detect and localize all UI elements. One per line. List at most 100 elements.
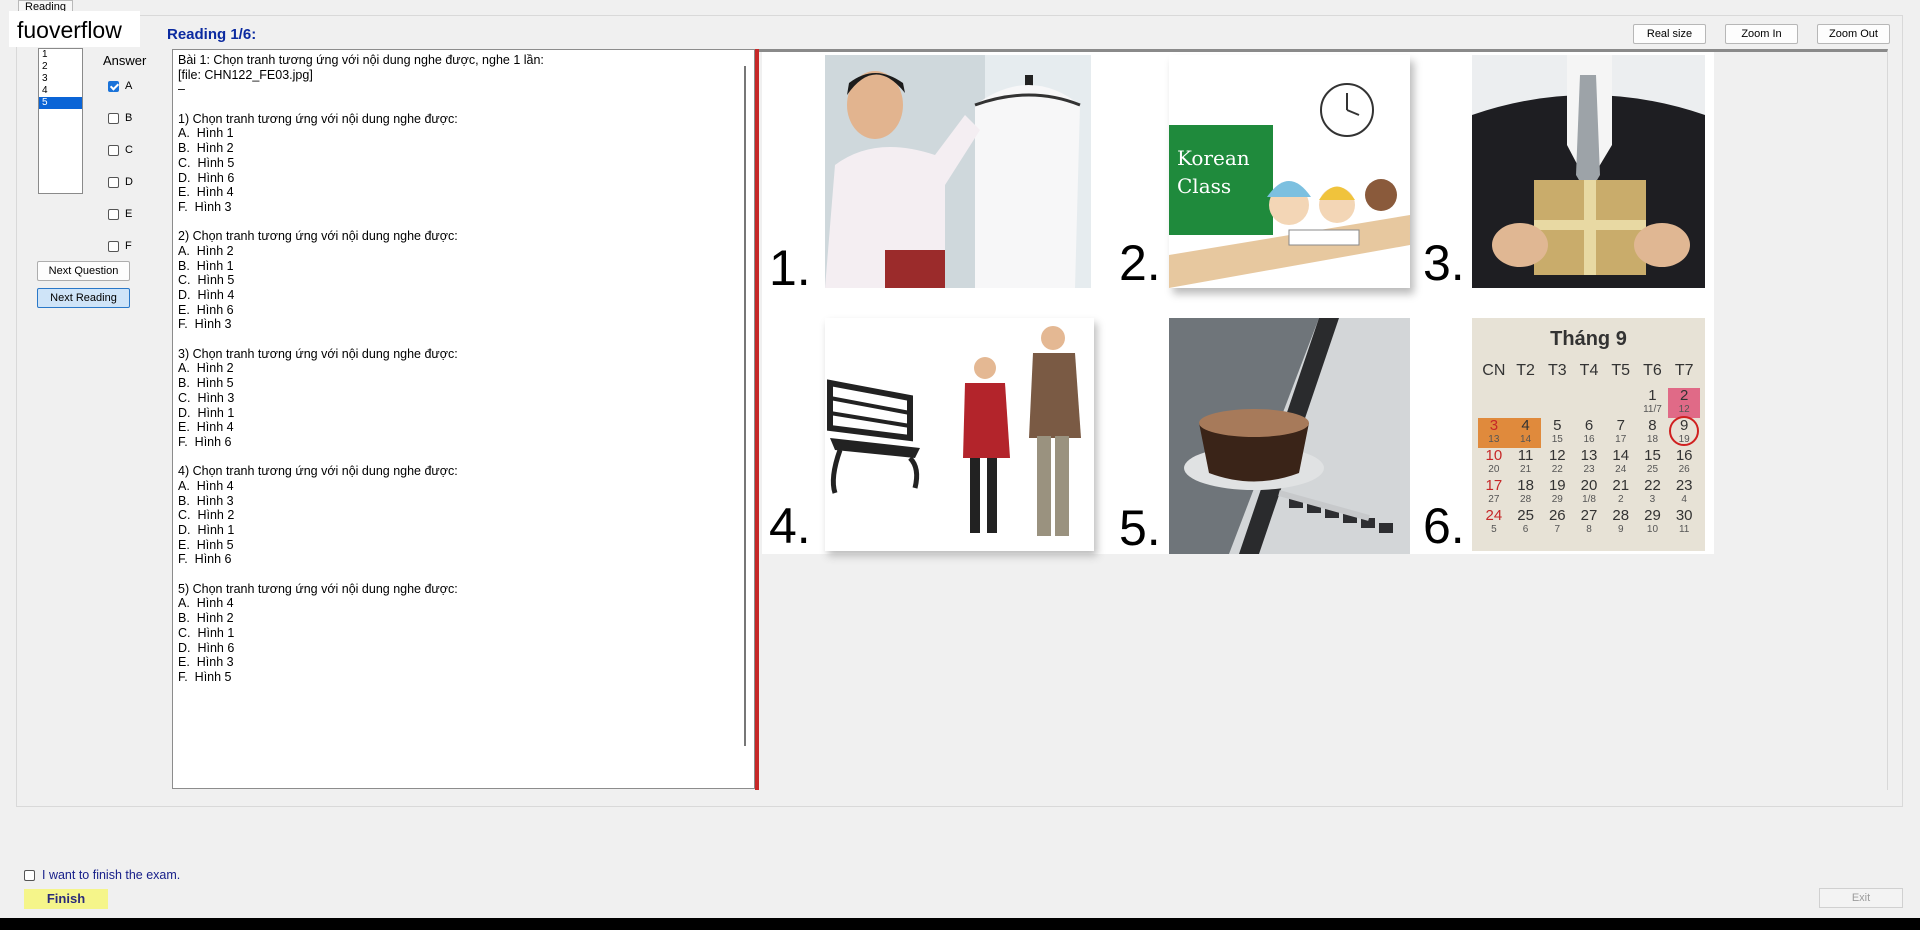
calendar-day-number: 15 [1644,447,1661,464]
calendar-lunar-number: 20 [1488,464,1500,475]
answer-option-f[interactable]: F [108,238,132,254]
picture-number-5: 5. [1119,500,1161,556]
next-reading-button[interactable]: Next Reading [37,288,130,308]
calendar-day-cell: 23 4 [1668,478,1700,508]
content-line: [file: CHN122_FE03.jpg] [178,67,313,82]
calendar-day-cell: 12 22 [1541,448,1573,478]
content-line: E. Hình 6 [178,302,234,317]
calendar-day-number: 8 [1648,417,1657,434]
calendar-day-cell: 1 11/7 [1637,388,1669,418]
content-line: B. Hình 1 [178,258,234,273]
calendar-day-cell: 26 7 [1541,508,1573,538]
question-content[interactable]: Bài 1: Chọn tranh tương ứng với nội dung… [172,49,755,789]
calendar-lunar-number: 3 [1649,494,1656,505]
real-size-button[interactable]: Real size [1633,24,1706,44]
calendar-day-cell [1605,388,1637,418]
answer-checkbox[interactable] [108,144,119,156]
answer-option-a[interactable]: A [108,78,132,94]
answer-label: Answer [103,53,147,68]
answer-option-label: B [125,112,133,124]
finish-confirm-label: I want to finish the exam. [42,868,181,882]
calendar-day-number: 7 [1616,417,1625,434]
calendar-weekday: T3 [1547,362,1567,379]
calendar-weekday: T4 [1579,362,1599,379]
calendar-day-cell: 13 23 [1573,448,1605,478]
question-list-item[interactable]: 1 [39,49,82,61]
calendar-day-number: 25 [1517,507,1534,524]
calendar-lunar-number: 10 [1646,524,1659,535]
calendar-day-number: 26 [1548,507,1566,524]
content-line [178,215,749,230]
answer-checkbox[interactable] [108,176,119,188]
question-list-item[interactable]: 4 [39,85,82,97]
calendar-day-number: 19 [1548,477,1566,494]
calendar-lunar-number: 24 [1615,464,1627,475]
content-line: E. Hình 3 [178,655,234,670]
finish-button[interactable]: Finish [24,889,108,909]
calendar-lunar-number: 14 [1520,434,1532,445]
calendar-day-cell: 4 14 [1509,418,1542,448]
finish-confirm-checkbox[interactable] [24,869,35,881]
question-list-item[interactable]: 3 [39,73,82,85]
calendar-day-cell: 18 28 [1510,478,1542,508]
question-list-item[interactable]: 5 [39,97,82,109]
calendar-day-number: 17 [1485,477,1503,494]
calendar-day-cell: 15 25 [1637,448,1669,478]
content-line: E. Hình 4 [178,420,234,435]
answer-checkbox[interactable] [108,80,119,92]
answer-option-label: D [125,176,133,188]
calendar-weekday: T6 [1643,362,1662,379]
picture-number-2: 2. [1119,235,1161,291]
calendar-day-number: 23 [1675,477,1693,494]
answer-checkbox[interactable] [108,208,119,220]
answer-option-d[interactable]: D [108,174,133,190]
calendar-day-cell: 19 29 [1541,478,1573,508]
calendar-day-cell: 14 24 [1605,448,1637,478]
calendar-day-cell: 9 19 [1668,416,1700,448]
zoom-in-button[interactable]: Zoom In [1725,24,1798,44]
picture-number-4: 4. [769,498,811,554]
calendar-weekday: CN [1482,362,1506,379]
content-line: 5) Chọn tranh tương ứng với nội dung ngh… [178,581,458,596]
calendar-lunar-number: 13 [1488,434,1500,445]
picture-number-3: 3. [1423,235,1465,291]
calendar-day-number: 5 [1553,417,1562,434]
answer-option-e[interactable]: E [108,206,132,222]
calendar-day-number: 28 [1612,507,1630,524]
zoom-out-button[interactable]: Zoom Out [1817,24,1890,44]
finish-confirm-row[interactable]: I want to finish the exam. [24,868,180,882]
calendar-day-cell: 30 11 [1668,508,1700,538]
calendar-day-number: 30 [1675,507,1693,524]
content-line: C. Hình 5 [178,155,235,170]
answer-option-c[interactable]: C [108,142,133,158]
content-line [178,567,749,582]
question-list-item[interactable]: 2 [39,61,82,73]
content-line: 2) Chọn tranh tương ứng với nội dung ngh… [178,229,458,244]
taskbar-strip [0,918,1920,930]
next-question-button[interactable]: Next Question [37,261,130,281]
content-scrollbar[interactable] [744,66,746,746]
answer-checkbox[interactable] [108,112,119,124]
calendar-lunar-number: 8 [1586,524,1592,535]
question-list[interactable]: 12345 [38,48,83,194]
calendar-day-cell: 29 10 [1637,508,1669,538]
exit-button[interactable]: Exit [1819,888,1903,908]
calendar-weekday: T7 [1674,362,1694,379]
calendar-lunar-number: 15 [1551,434,1563,445]
content-line [178,450,749,465]
answer-option-b[interactable]: B [108,110,132,126]
calendar-day-cell: 27 8 [1573,508,1605,538]
calendar-lunar-number: 28 [1520,494,1532,505]
calendar-day-number: 24 [1485,507,1503,524]
answer-checkbox[interactable] [108,240,119,252]
content-line [178,97,749,112]
calendar-lunar-number: 7 [1554,524,1561,535]
content-line: F. Hình 6 [178,434,232,449]
calendar-day-number: 29 [1644,507,1661,524]
calendar-day-number: 21 [1612,477,1630,494]
reading-title: Reading 1/6: [167,26,257,43]
calendar-day-number: 22 [1644,477,1661,494]
picture-number-1: 1. [769,240,811,296]
calendar-day-cell [1510,388,1542,418]
content-line: B. Hình 2 [178,141,234,156]
